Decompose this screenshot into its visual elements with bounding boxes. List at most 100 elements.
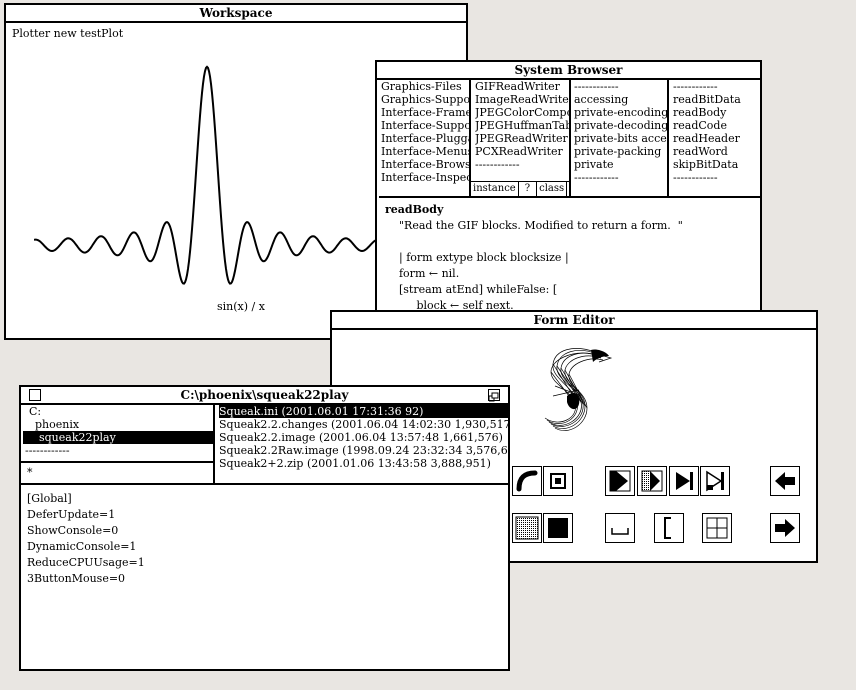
method-item[interactable]: readBody [673, 106, 760, 119]
category-item[interactable]: Interface-Menus [381, 145, 469, 158]
method-selector[interactable]: readBody [385, 202, 760, 218]
file-contents-pane[interactable]: [Global] DeferUpdate=1 ShowConsole=0 Dyn… [21, 483, 508, 669]
file-item[interactable]: Squeak2+2.zip (2001.01.06 13:43:58 3,888… [219, 457, 508, 470]
sinc-plot [34, 65, 380, 285]
class-item: ------------ [475, 158, 520, 171]
collapse-gray-icon [641, 470, 663, 492]
workspace-title[interactable]: Workspace [6, 5, 466, 23]
play-tool-button[interactable] [669, 466, 699, 496]
system-browser-window[interactable]: System Browser Graphics-Files Graphics-S… [375, 60, 762, 322]
class-item[interactable]: PCXReadWriter [475, 145, 569, 158]
code-line[interactable] [385, 234, 760, 250]
file-list-title: C:\phoenix\squeak22play [180, 388, 349, 402]
method-item[interactable]: readHeader [673, 132, 760, 145]
category-item[interactable]: Graphics-Support [381, 93, 469, 106]
method-item[interactable]: readBitData [673, 93, 760, 106]
space-tool-button[interactable] [605, 513, 635, 543]
curve-tool-button[interactable] [512, 466, 542, 496]
grid-tool-button[interactable] [702, 513, 732, 543]
system-browser-title[interactable]: System Browser [377, 62, 760, 80]
halftone-tool-button[interactable] [512, 513, 542, 543]
file-content-line[interactable]: ShowConsole=0 [27, 523, 508, 539]
code-line[interactable]: form ← nil. [385, 266, 760, 282]
halftone-icon [515, 516, 539, 540]
play-outline-icon [706, 470, 724, 492]
arrow-right-tool-button[interactable] [770, 513, 800, 543]
bracket-tool-button[interactable] [654, 513, 684, 543]
class-toggle[interactable]: class [537, 182, 568, 196]
directory-item-selected[interactable]: squeak22play [23, 431, 213, 444]
class-item[interactable]: JPEGHuffmanTable [475, 119, 569, 132]
collapse-left-tool-button[interactable] [605, 466, 635, 496]
instance-class-switch[interactable]: instance ? class [471, 181, 569, 196]
instance-toggle[interactable]: instance [471, 182, 519, 196]
code-line[interactable]: | form extype block blocksize | [385, 250, 760, 266]
method-item: ------------ [673, 171, 718, 184]
code-line[interactable]: [stream atEnd] whileFalse: [ [385, 282, 760, 298]
protocol-item[interactable]: private-decoding [574, 119, 667, 132]
arrow-left-tool-button[interactable] [770, 466, 800, 496]
category-item[interactable]: Interface-Support [381, 119, 469, 132]
play-outline-tool-button[interactable] [700, 466, 730, 496]
bracket-icon [664, 517, 671, 539]
play-icon [676, 472, 693, 490]
class-item[interactable]: JPEGReadWriter [475, 132, 569, 145]
directory-item[interactable]: phoenix [23, 418, 213, 431]
category-item[interactable]: Interface-Pluggable [381, 132, 469, 145]
class-item[interactable]: GIFReadWriter [475, 80, 569, 93]
protocol-item[interactable]: private [574, 158, 667, 171]
category-list[interactable]: Graphics-Files Graphics-Support Interfac… [379, 80, 471, 196]
file-content-line[interactable]: [Global] [27, 491, 508, 507]
arrow-left-icon [775, 472, 795, 490]
file-content-line[interactable]: DeferUpdate=1 [27, 507, 508, 523]
file-item[interactable]: Squeak2.2.changes (2001.06.04 14:02:30 1… [219, 418, 508, 431]
category-item[interactable]: Interface-Framework [381, 106, 469, 119]
comment-toggle[interactable]: ? [519, 182, 538, 196]
file-list-window[interactable]: C:\phoenix\squeak22play C: phoenix squea… [19, 385, 510, 671]
file-content-line[interactable]: DynamicConsole=1 [27, 539, 508, 555]
file-list-titlebar[interactable]: C:\phoenix\squeak22play [21, 387, 508, 405]
method-item[interactable]: readWord [673, 145, 760, 158]
code-line[interactable]: "Read the GIF blocks. Modified to return… [385, 218, 760, 234]
code-pane[interactable]: readBody "Read the GIF blocks. Modified … [379, 196, 760, 320]
file-item-selected[interactable]: Squeak.ini (2001.06.01 17:31:36 92) [219, 405, 508, 418]
protocol-item[interactable]: private-packing [574, 145, 667, 158]
category-item[interactable]: Interface-Inspector [381, 171, 469, 184]
class-list[interactable]: GIFReadWriter ImageReadWriter JPEGColorC… [471, 80, 571, 196]
dot-tool-button[interactable] [543, 466, 573, 496]
directory-tree[interactable]: C: phoenix squeak22play ------------ [21, 405, 215, 461]
protocol-item[interactable]: private-encoding [574, 106, 667, 119]
form-canvas-image[interactable] [537, 346, 613, 438]
file-list[interactable]: Squeak.ini (2001.06.01 17:31:36 92) Sque… [217, 405, 508, 483]
file-item[interactable]: Squeak2.2.image (2001.06.04 13:57:48 1,6… [219, 431, 508, 444]
fill-black-tool-button[interactable] [543, 513, 573, 543]
class-item[interactable]: JPEGColorComponent [475, 106, 569, 119]
arrow-right-icon [775, 519, 795, 537]
method-item[interactable]: readCode [673, 119, 760, 132]
space-icon [611, 528, 629, 535]
protocol-list[interactable]: ------------ accessing private-encoding … [571, 80, 669, 196]
method-list[interactable]: ------------ readBitData readBody readCo… [669, 80, 760, 196]
category-item[interactable]: Graphics-Files [381, 80, 469, 93]
curve-icon [516, 470, 538, 492]
form-editor-title[interactable]: Form Editor [332, 312, 816, 330]
sinc-curve [34, 65, 380, 285]
protocol-item: ------------ [574, 80, 619, 93]
file-content-line[interactable]: 3ButtonMouse=0 [27, 571, 508, 587]
class-item[interactable]: ImageReadWriter [475, 93, 569, 106]
directory-item[interactable]: C: [23, 405, 213, 418]
method-item[interactable]: skipBitData [673, 158, 760, 171]
category-item[interactable]: Interface-Browser [381, 158, 469, 171]
collapse-left-icon [609, 470, 631, 492]
file-item[interactable]: Squeak2.2Raw.image (1998.09.24 23:32:34 … [219, 444, 508, 457]
fill-black-icon [548, 518, 568, 538]
close-box-icon[interactable] [29, 389, 41, 401]
collapse-left-gray-tool-button[interactable] [637, 466, 667, 496]
protocol-item[interactable]: private-bits access [574, 132, 667, 145]
zoom-box-icon[interactable] [488, 389, 500, 402]
directory-separator: ------------ [25, 444, 70, 457]
file-content-line[interactable]: ReduceCPUUsage=1 [27, 555, 508, 571]
protocol-item[interactable]: accessing [574, 93, 667, 106]
file-pattern-field[interactable]: * [21, 461, 215, 483]
protocol-item: ------------ [574, 171, 619, 184]
